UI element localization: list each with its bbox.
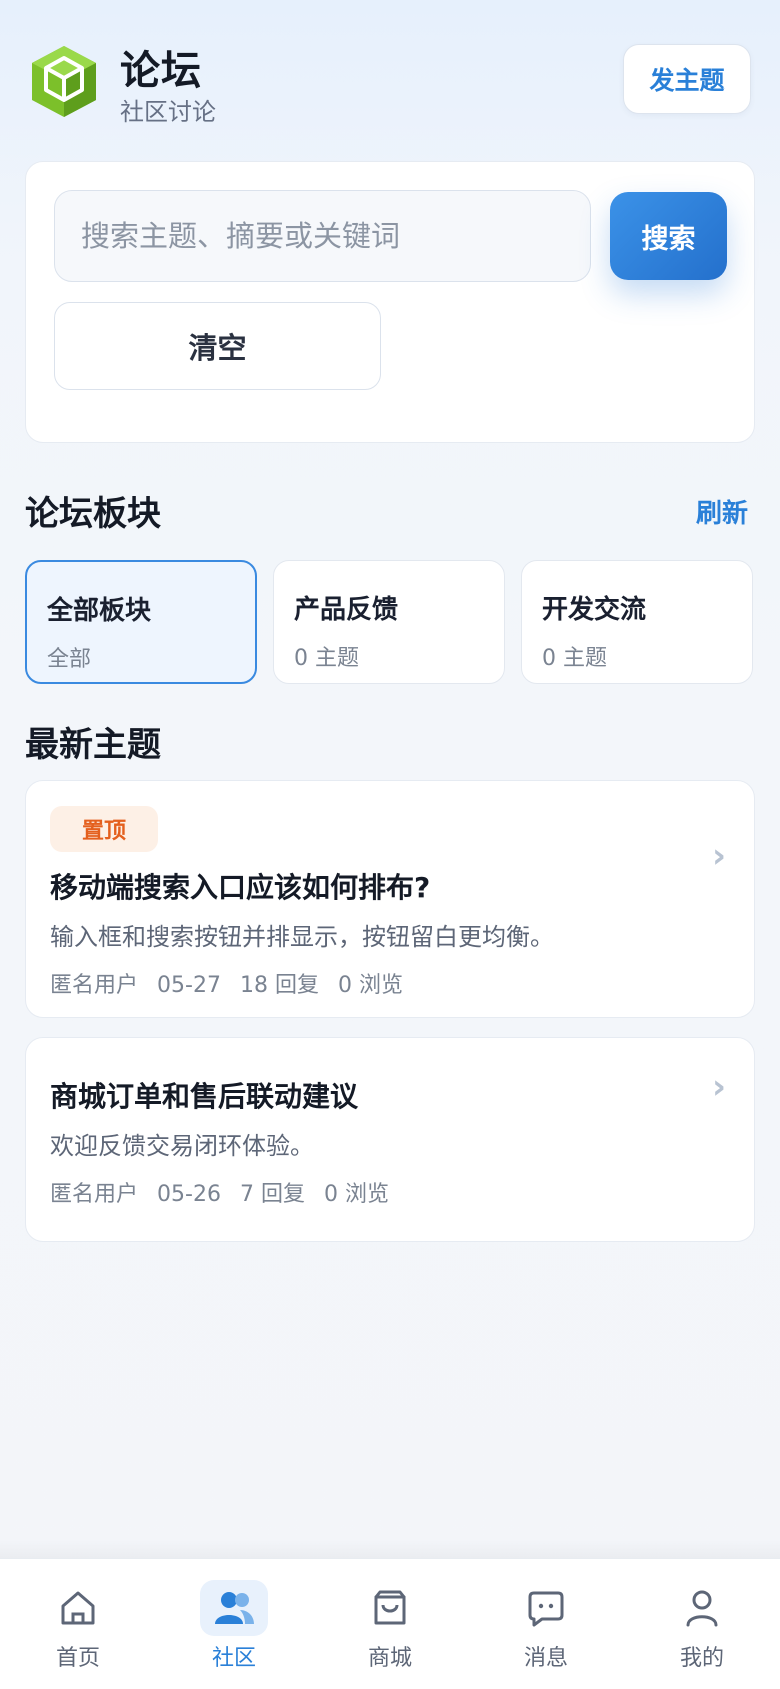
nav-item-home[interactable]: 首页 [18,1572,138,1682]
topic-date: 05-27 [157,973,221,998]
board-name: 开发交流 [542,595,647,625]
profile-icon [668,1580,736,1636]
topic-views: 0 浏览 [337,973,403,998]
topic-date: 05-26 [157,1182,221,1207]
topic-meta: 匿名用户 05-26 7 回复 0 浏览 [50,1176,389,1208]
nav-label: 社区 [211,1646,256,1671]
search-input[interactable] [54,190,591,282]
board-count: 0 主题 [542,646,607,671]
home-icon [44,1580,112,1636]
bottom-nav-shadow [0,1540,780,1560]
nav-label: 首页 [55,1646,100,1671]
nav-label: 消息 [523,1646,568,1671]
board-card-all[interactable]: 全部板块 全部 [25,560,257,684]
board-card-dev-exchange[interactable]: 开发交流 0 主题 [521,560,753,684]
topic-author: 匿名用户 [50,1182,139,1207]
refresh-button[interactable]: 刷新 [696,493,748,530]
chevron-right-icon: › [712,836,727,876]
nav-label: 我的 [679,1646,724,1671]
board-name: 全部板块 [47,596,152,626]
topic-replies: 7 回复 [239,1182,305,1207]
pinned-badge: 置顶 [50,806,158,852]
nav-label: 商城 [367,1646,412,1671]
board-count: 0 主题 [294,646,359,671]
board-count: 全部 [47,647,92,672]
topic-summary: 输入框和搜索按钮并排显示，按钮留白更均衡。 [50,923,554,951]
app-logo [30,44,98,118]
nav-item-profile[interactable]: 我的 [642,1572,762,1682]
chevron-right-icon: › [712,1067,727,1107]
topic-meta: 匿名用户 05-27 18 回复 0 浏览 [50,967,403,999]
search-button[interactable]: 搜索 [610,192,727,280]
topic-title: 移动端搜索入口应该如何排布? [50,871,431,904]
topics-section-title: 最新主题 [25,725,161,765]
topic-title: 商城订单和售后联动建议 [50,1080,359,1113]
topic-replies: 18 回复 [239,973,319,998]
clear-button[interactable]: 清空 [54,302,381,390]
shop-bag-icon [356,1580,424,1636]
nav-item-community[interactable]: 社区 [174,1572,294,1682]
topic-views: 0 浏览 [323,1182,389,1207]
nav-item-shop[interactable]: 商城 [330,1572,450,1682]
board-card-product-feedback[interactable]: 产品反馈 0 主题 [273,560,505,684]
page-title: 论坛 [120,48,202,94]
board-name: 产品反馈 [294,595,399,625]
new-topic-button[interactable]: 发主题 [623,44,751,114]
topic-author: 匿名用户 [50,973,139,998]
community-icon [200,1580,268,1636]
boards-section-title: 论坛板块 [25,494,161,534]
message-icon [512,1580,580,1636]
page-subtitle: 社区讨论 [120,98,216,126]
nav-item-messages[interactable]: 消息 [486,1572,606,1682]
topic-summary: 欢迎反馈交易闭环体验。 [50,1132,314,1160]
